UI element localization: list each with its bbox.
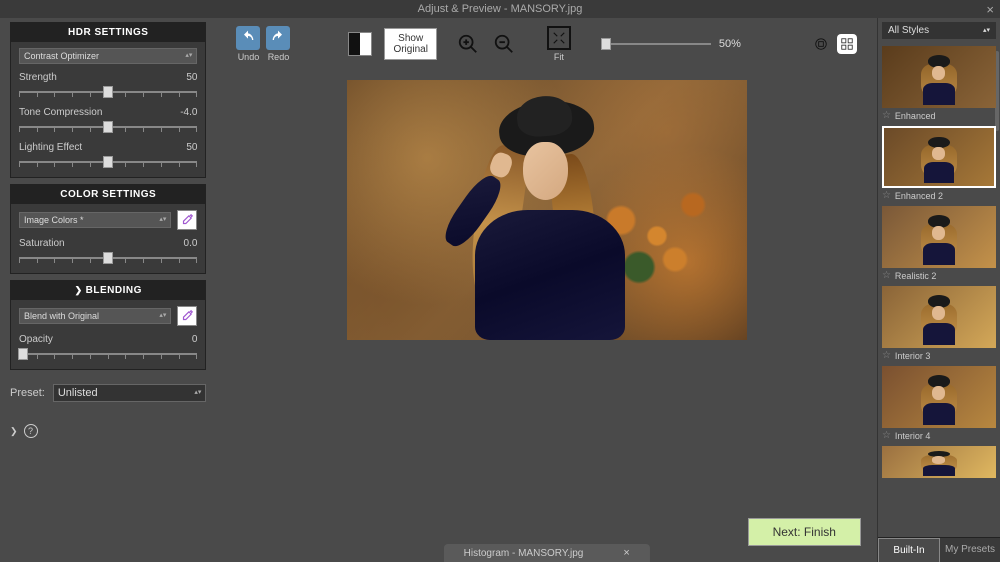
slider-thumb[interactable] bbox=[103, 121, 113, 133]
eyedropper-button[interactable] bbox=[177, 306, 197, 326]
style-thumbnail[interactable] bbox=[882, 286, 996, 348]
slider-thumb[interactable] bbox=[18, 348, 28, 360]
window-title: Adjust & Preview - MANSORY.jpg bbox=[418, 3, 583, 15]
undo-icon bbox=[240, 30, 256, 46]
titlebar: Adjust & Preview - MANSORY.jpg × bbox=[0, 0, 1000, 18]
grid-view-icon bbox=[840, 37, 854, 51]
close-icon[interactable]: × bbox=[623, 547, 629, 559]
single-view-icon bbox=[814, 37, 828, 51]
eyedropper-icon bbox=[180, 309, 194, 323]
slider-thumb[interactable] bbox=[103, 252, 113, 264]
dropdown-arrows-icon: ▴▾ bbox=[185, 54, 192, 58]
hdr-settings-section: HDR SETTINGS Contrast Optimizer ▴▾ Stren… bbox=[10, 22, 206, 178]
split-view-button[interactable] bbox=[348, 32, 372, 56]
favorite-star-icon[interactable]: ☆ bbox=[882, 110, 891, 121]
zoom-out-icon bbox=[493, 33, 515, 55]
slider-thumb[interactable] bbox=[601, 38, 611, 50]
style-thumbnail[interactable] bbox=[882, 206, 996, 268]
slider-thumb[interactable] bbox=[103, 156, 113, 168]
zoom-in-button[interactable] bbox=[455, 31, 481, 57]
close-icon[interactable]: × bbox=[986, 2, 994, 17]
dropdown-arrows-icon: ▴▾ bbox=[194, 391, 201, 395]
left-panel: HDR SETTINGS Contrast Optimizer ▴▾ Stren… bbox=[0, 18, 216, 562]
lighting-slider[interactable] bbox=[19, 155, 197, 169]
show-original-button[interactable]: Show Original bbox=[384, 28, 436, 60]
toolbar: Undo Redo Show Original bbox=[216, 18, 877, 70]
hdr-header: HDR SETTINGS bbox=[11, 23, 205, 42]
color-mode-dropdown[interactable]: Image Colors * ▴▾ bbox=[19, 212, 171, 228]
dropdown-arrows-icon: ▴▾ bbox=[983, 29, 990, 33]
favorite-star-icon[interactable]: ☆ bbox=[882, 190, 891, 201]
redo-button[interactable] bbox=[266, 26, 290, 50]
zoom-value: 50% bbox=[719, 38, 741, 50]
blend-mode-dropdown[interactable]: Blend with Original ▴▾ bbox=[19, 308, 171, 324]
mypresets-tab[interactable]: My Presets bbox=[940, 538, 1000, 562]
style-thumbnail[interactable] bbox=[882, 46, 996, 108]
tone-slider[interactable] bbox=[19, 120, 197, 134]
style-thumbnail[interactable] bbox=[882, 126, 996, 188]
undo-button[interactable] bbox=[236, 26, 260, 50]
help-icon[interactable]: ? bbox=[24, 424, 38, 438]
center-panel: Undo Redo Show Original bbox=[216, 18, 877, 562]
opacity-slider[interactable] bbox=[19, 347, 197, 361]
favorite-star-icon[interactable]: ☆ bbox=[882, 270, 891, 281]
single-view-button[interactable] bbox=[811, 34, 831, 54]
eyedropper-icon bbox=[180, 213, 194, 227]
hdr-mode-dropdown[interactable]: Contrast Optimizer ▴▾ bbox=[19, 48, 197, 64]
redo-icon bbox=[270, 30, 286, 46]
saturation-slider[interactable] bbox=[19, 251, 197, 265]
favorite-star-icon[interactable]: ☆ bbox=[882, 430, 891, 441]
blend-header[interactable]: ❯ BLENDING bbox=[11, 281, 205, 300]
collapse-icon[interactable]: ❯ bbox=[10, 426, 18, 437]
zoom-out-button[interactable] bbox=[491, 31, 517, 57]
preview-canvas[interactable] bbox=[216, 70, 877, 562]
builtin-tab[interactable]: Built-In bbox=[878, 538, 940, 562]
strength-slider[interactable] bbox=[19, 85, 197, 99]
preset-dropdown[interactable]: Unlisted ▴▾ bbox=[53, 384, 207, 402]
style-thumbnail[interactable] bbox=[882, 446, 996, 478]
zoom-slider[interactable] bbox=[601, 43, 711, 45]
blending-section: ❯ BLENDING Blend with Original ▴▾ Opacit… bbox=[10, 280, 206, 370]
slider-thumb[interactable] bbox=[103, 86, 113, 98]
style-thumbnail[interactable] bbox=[882, 366, 996, 428]
next-finish-button[interactable]: Next: Finish bbox=[748, 518, 861, 546]
color-header: COLOR SETTINGS bbox=[11, 185, 205, 204]
dropdown-arrows-icon: ▴▾ bbox=[159, 218, 166, 222]
styles-panel: All Styles ▴▾ ☆Enhanced ☆Enhanced 2 ☆Rea… bbox=[877, 18, 1000, 562]
grid-view-button[interactable] bbox=[837, 34, 857, 54]
preview-image bbox=[347, 80, 747, 340]
fit-button[interactable] bbox=[547, 26, 571, 50]
fit-icon bbox=[552, 31, 566, 45]
color-settings-section: COLOR SETTINGS Image Colors * ▴▾ Saturat… bbox=[10, 184, 206, 274]
preset-label: Preset: bbox=[10, 387, 45, 399]
histogram-tab[interactable]: Histogram - MANSORY.jpg × bbox=[444, 544, 650, 562]
zoom-in-icon bbox=[457, 33, 479, 55]
dropdown-arrows-icon: ▴▾ bbox=[159, 314, 166, 318]
styles-list: ☆Enhanced ☆Enhanced 2 ☆Realistic 2 ☆Inte… bbox=[878, 43, 1000, 537]
favorite-star-icon[interactable]: ☆ bbox=[882, 350, 891, 361]
styles-dropdown[interactable]: All Styles ▴▾ bbox=[882, 22, 996, 39]
eyedropper-button[interactable] bbox=[177, 210, 197, 230]
